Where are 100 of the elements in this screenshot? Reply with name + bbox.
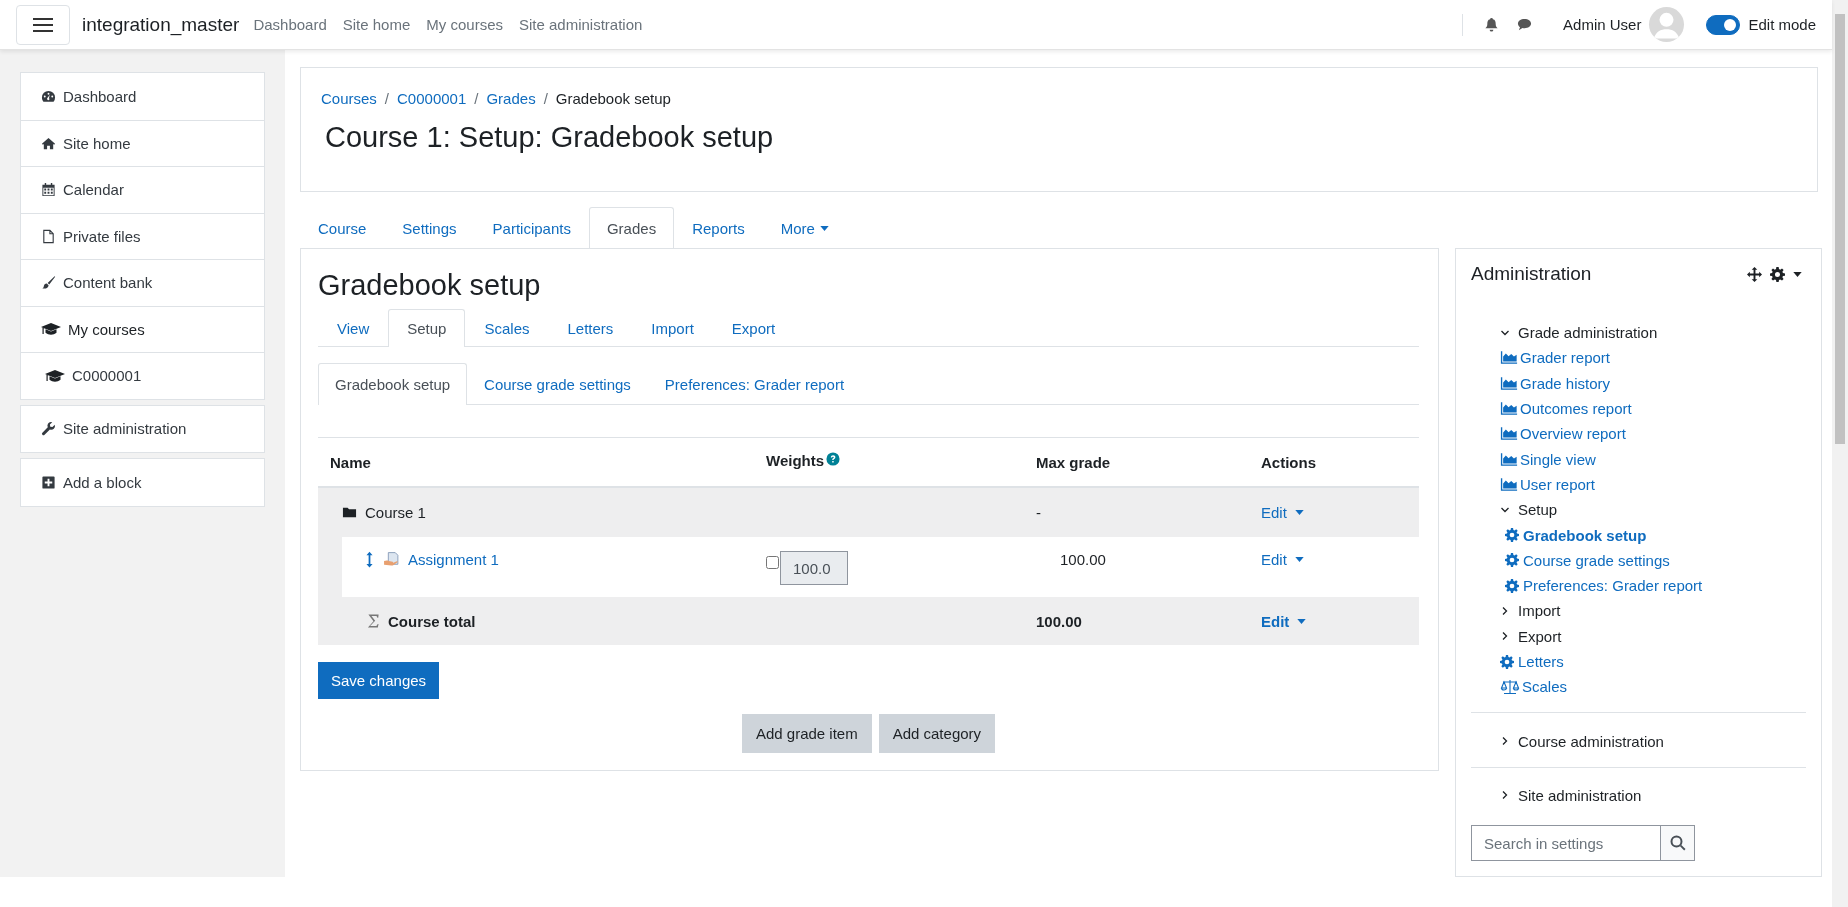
course-tab[interactable]: Participants [474,207,589,249]
page-tab[interactable]: Setup [388,309,466,347]
move-icon[interactable] [1747,266,1762,282]
tree-branch[interactable]: Setup [1500,497,1806,523]
edit-menu-link[interactable]: Edit [1261,504,1304,521]
nav-link[interactable]: My courses [426,16,503,33]
area-chart-icon [1500,375,1518,391]
breadcrumb-separator: / [384,90,390,107]
bell-icon[interactable] [1484,17,1500,32]
grade-item-link[interactable]: Assignment 1 [408,551,499,568]
page-tab[interactable]: Import [632,309,713,347]
up-down-arrow-icon[interactable] [366,551,373,568]
menu-button[interactable] [16,4,70,45]
sidebar-item[interactable]: Private files [21,212,264,259]
breadcrumb-link[interactable]: C0000001 [397,90,467,107]
folder-icon [342,505,357,520]
tree-branch[interactable]: Export [1500,623,1806,649]
sidebar-item[interactable]: Dashboard [21,73,264,120]
max-grade: 100.00 [1036,612,1082,630]
action-button[interactable]: Add grade item [741,714,872,753]
gear-icon [1505,578,1519,593]
subpage-tab[interactable]: Course grade settings [467,363,648,405]
tree-link[interactable]: Overview report [1500,421,1806,447]
edit-mode-switch[interactable] [1706,14,1741,35]
section-heading: Gradebook setup [318,269,542,302]
caret-icon [819,226,829,231]
caret-icon [1294,510,1304,515]
gear-icon [1500,654,1514,669]
sigma-icon [367,613,380,629]
gear-icon [1505,528,1519,542]
area-chart-icon [1500,451,1518,467]
course-total-label: Course total [388,612,476,630]
nav-link[interactable]: Site home [342,16,411,33]
sidebar-item[interactable]: C0000001 [21,352,264,399]
breadcrumb-link[interactable]: Grades [486,90,536,107]
breadcrumb-link[interactable]: Courses [321,90,377,107]
save-changes-button[interactable]: Save changes [318,662,440,699]
area-chart-icon [1500,426,1518,442]
tree-link[interactable]: Outcomes report [1500,395,1806,422]
gear-icon[interactable] [1770,266,1785,282]
caret-icon[interactable] [1793,271,1802,277]
tree-branch[interactable]: Site administration [1500,782,1806,809]
page-tab[interactable]: Export [712,309,795,347]
tree-link[interactable]: Grade history [1500,370,1806,396]
block-title: Administration [1471,263,1592,285]
tree-link[interactable]: Gradebook setup [1505,522,1806,548]
help-icon[interactable] [826,452,841,466]
sidebar-item[interactable]: Site administration [21,405,264,452]
search-field[interactable]: Search in settings [1471,825,1661,862]
hand-document-icon [383,551,400,568]
max-grade: 100.00 [1060,551,1106,568]
action-button[interactable]: Add category [878,714,996,753]
weight-checkbox[interactable] [766,556,779,569]
column-header: Weights [766,452,825,469]
graduation-cap-icon [45,367,65,384]
sidebar-item[interactable]: Content bank [21,259,264,306]
course-tab[interactable]: Course [300,207,385,249]
menu-icon [32,16,54,33]
page-tab[interactable]: Scales [465,309,549,347]
page-tab[interactable]: Letters [548,309,633,347]
tree-link[interactable]: Preferences: Grader report [1505,572,1806,599]
page-title: Course 1: Setup: Gradebook setup [325,121,775,154]
sidebar-item[interactable]: Site home [21,119,264,166]
page-tab[interactable]: View [318,309,389,347]
tree-link[interactable]: Scales [1500,674,1806,700]
edit-mode-label: Edit mode [1748,16,1816,33]
chat-icon[interactable] [1517,17,1533,32]
search-button[interactable] [1661,825,1695,862]
file-icon [41,228,56,244]
user-name[interactable]: Admin User [1563,16,1642,33]
tree-branch[interactable]: Import [1500,598,1806,624]
subpage-tab[interactable]: Preferences: Grader report [647,363,862,405]
tree-link[interactable]: Letters [1500,648,1806,675]
scrollbar[interactable] [1832,0,1848,907]
course-tab[interactable]: Grades [588,207,675,249]
tree-link[interactable]: Course grade settings [1505,547,1806,573]
tree-link[interactable]: Grader report [1500,345,1806,371]
sidebar-item[interactable]: Calendar [21,166,264,213]
course-tab[interactable]: Settings [384,207,475,249]
tree-branch[interactable]: Course administration [1500,728,1806,754]
caret-icon [1297,618,1307,624]
scrollbar-thumb[interactable] [1835,14,1845,444]
brush-icon [41,275,56,291]
site-name[interactable]: integration_master [82,13,240,36]
edit-menu-link[interactable]: Edit [1261,612,1307,630]
nav-link[interactable]: Site administration [519,16,643,33]
nav-link[interactable]: Dashboard [253,16,327,33]
course-tab[interactable]: More [762,207,847,249]
edit-menu-link[interactable]: Edit [1261,551,1304,568]
subpage-tab[interactable]: Gradebook setup [318,363,468,405]
tree-link[interactable]: Single view [1500,446,1806,472]
sidebar-item[interactable]: Add a block [21,459,264,506]
area-chart-icon [1500,350,1518,366]
sidebar-item[interactable]: My courses [21,305,264,352]
tree-branch[interactable]: Grade administration [1500,320,1806,346]
tree-link[interactable]: User report [1500,471,1806,498]
column-header: Name [330,453,371,471]
course-tab[interactable]: Reports [674,207,763,249]
weight-field[interactable]: 100.0 [780,551,848,585]
area-chart-icon [1500,476,1518,492]
